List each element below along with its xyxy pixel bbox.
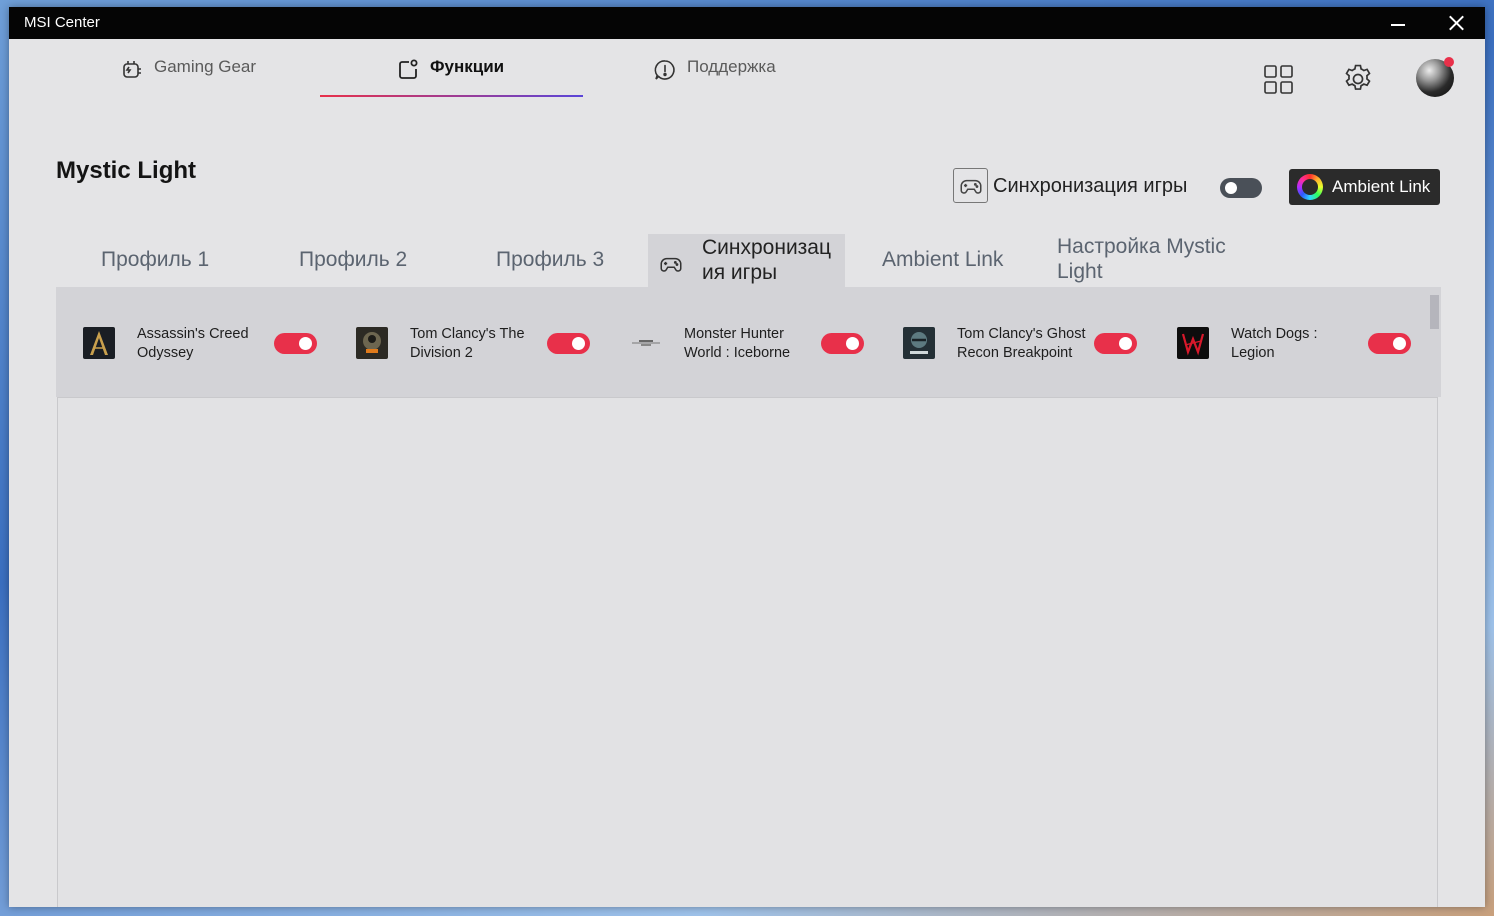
subtab-game-sync-label: Синхронизация игры bbox=[702, 236, 832, 284]
game-cover-icon bbox=[1177, 327, 1209, 359]
title-bar: MSI Center bbox=[9, 7, 1485, 39]
game-sync-icon-box bbox=[953, 168, 988, 203]
tab-support-label: Поддержка bbox=[687, 57, 776, 76]
subtab-profile-1[interactable]: Профиль 1 bbox=[101, 247, 209, 272]
game-cover-icon bbox=[903, 327, 935, 359]
toggle-knob bbox=[572, 337, 585, 350]
game-name: Watch Dogs : Legion bbox=[1231, 326, 1318, 361]
ambient-link-button-label: Ambient Link bbox=[1332, 177, 1431, 196]
game-cover-icon bbox=[630, 327, 662, 359]
game-name: Tom Clancy's The Division 2 bbox=[410, 326, 525, 361]
gamepad-icon bbox=[959, 179, 982, 194]
game-toggle[interactable] bbox=[274, 333, 317, 354]
subtab-profile-2[interactable]: Профиль 2 bbox=[299, 247, 407, 272]
grid-icon[interactable] bbox=[1263, 64, 1295, 96]
tab-support[interactable]: Поддержка bbox=[653, 57, 776, 97]
subtab-game-sync[interactable]: Синхронизация игры bbox=[648, 234, 845, 288]
app-window: MSI Center Gaming Gear Функции Поддержка bbox=[9, 7, 1485, 907]
game-cover-icon bbox=[83, 327, 115, 359]
games-panel: Assassin's Creed Odyssey Tom Clancy's Th… bbox=[56, 287, 1441, 397]
gaming-gear-icon bbox=[123, 61, 141, 78]
ambient-link-logo-icon bbox=[1297, 174, 1323, 200]
toggle-knob bbox=[1225, 182, 1237, 194]
game-name: Monster Hunter World : Iceborne bbox=[684, 326, 791, 361]
gear-icon[interactable] bbox=[1341, 62, 1375, 96]
toggle-knob bbox=[1393, 337, 1406, 350]
game-toggle[interactable] bbox=[1094, 333, 1137, 354]
page-title: Mystic Light bbox=[56, 157, 197, 184]
gamepad-icon bbox=[660, 257, 682, 272]
app-title: MSI Center bbox=[24, 14, 100, 31]
subtab-mystic-light-settings[interactable]: Настройка Mystic Light bbox=[1057, 234, 1247, 284]
support-icon bbox=[654, 60, 675, 80]
scrollbar-thumb[interactable] bbox=[1430, 295, 1439, 329]
game-name: Tom Clancy's Ghost Recon Breakpoint bbox=[957, 326, 1086, 361]
notification-dot bbox=[1444, 57, 1454, 67]
game-sync-label: Синхронизация игры bbox=[993, 175, 1188, 197]
toggle-knob bbox=[1119, 337, 1132, 350]
active-tab-underline bbox=[320, 95, 583, 97]
minimize-button[interactable] bbox=[1375, 7, 1421, 39]
toggle-knob bbox=[299, 337, 312, 350]
close-button[interactable] bbox=[1433, 7, 1479, 39]
toggle-knob bbox=[846, 337, 859, 350]
game-sync-toggle[interactable] bbox=[1220, 178, 1262, 198]
game-name: Assassin's Creed Odyssey bbox=[137, 326, 249, 361]
subtab-profile-3[interactable]: Профиль 3 bbox=[496, 247, 604, 272]
content-area bbox=[57, 397, 1438, 907]
tab-gaming-gear-label: Gaming Gear bbox=[154, 57, 257, 76]
game-toggle[interactable] bbox=[1368, 333, 1411, 354]
tab-features-label: Функции bbox=[430, 57, 505, 76]
tab-gaming-gear[interactable]: Gaming Gear bbox=[120, 57, 256, 97]
features-icon bbox=[399, 59, 418, 79]
game-toggle[interactable] bbox=[821, 333, 864, 354]
subtab-ambient-link[interactable]: Ambient Link bbox=[882, 247, 1003, 272]
game-cover-icon bbox=[356, 327, 388, 359]
tab-features[interactable]: Функции bbox=[396, 57, 504, 97]
game-toggle[interactable] bbox=[547, 333, 590, 354]
ambient-link-button[interactable]: Ambient Link bbox=[1289, 169, 1440, 205]
